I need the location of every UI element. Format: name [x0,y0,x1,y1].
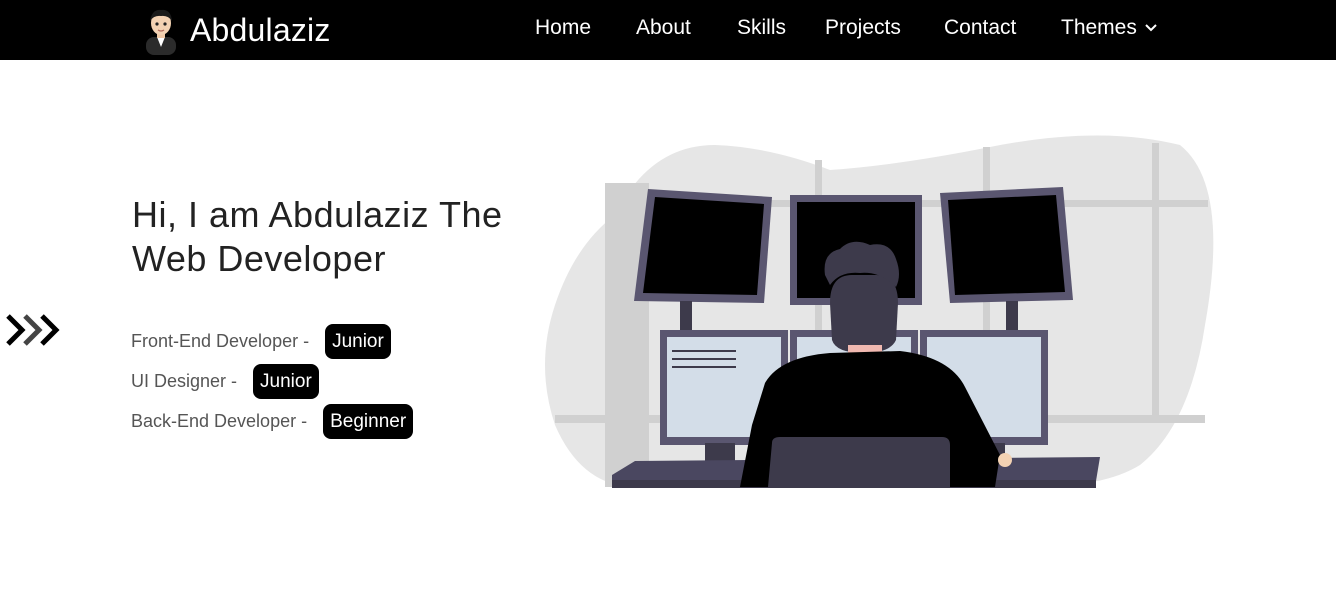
navbar: Abdulaziz Home About Skills Projects Con… [0,0,1336,60]
skill-row-backend: Back-End Developer - Beginner [131,404,414,439]
nav-link-contact[interactable]: Contact [944,16,1016,40]
brand-link[interactable]: Abdulaziz [140,5,331,55]
nav-link-about[interactable]: About [636,16,691,40]
skill-row-ui: UI Designer - Junior [131,364,319,399]
nav-link-home[interactable]: Home [535,16,591,40]
brand-name: Abdulaziz [190,11,331,48]
skill-level-badge: Beginner [323,404,414,439]
nav-link-skills[interactable]: Skills [737,16,786,40]
skill-level-badge: Junior [325,324,391,359]
chevron-down-icon [1145,24,1157,32]
developer-at-monitors-illustration [545,135,1214,488]
skill-row-frontend: Front-End Developer - Junior [131,324,391,359]
themes-dropdown[interactable]: Themes [1061,16,1157,40]
skill-label: Front-End Developer - [131,331,310,351]
avatar [146,9,176,55]
skill-level-badge: Junior [253,364,319,399]
skill-label: Back-End Developer - [131,411,308,431]
nav-link-projects[interactable]: Projects [825,16,901,40]
themes-label: Themes [1061,16,1137,39]
skill-label: UI Designer - [131,371,238,391]
triple-chevron-right-icon[interactable] [5,312,63,348]
hero-title: Hi, I am Abdulaziz The Web Developer [132,194,503,279]
